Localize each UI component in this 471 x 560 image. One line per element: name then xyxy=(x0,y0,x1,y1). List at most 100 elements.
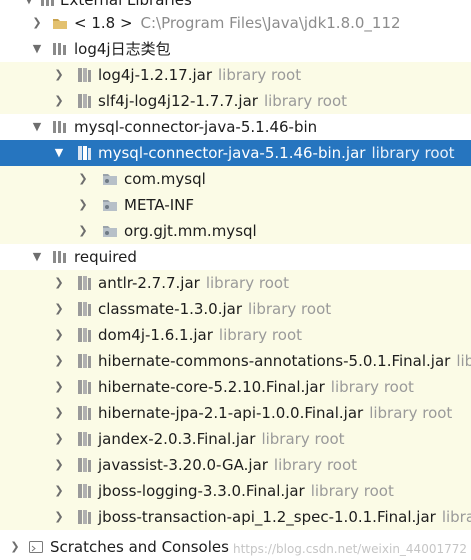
library-root-hint: library root xyxy=(205,274,289,292)
jar-name: hibernate-jpa-2.1-api-1.0.0.Final.jar xyxy=(98,404,364,422)
tree-row-jar[interactable]: ❯ antlr-2.7.7.jar library root xyxy=(0,270,471,296)
jar-icon xyxy=(76,327,92,343)
library-root-hint: library root xyxy=(330,378,414,396)
jar-icon xyxy=(76,67,92,83)
jar-name: antlr-2.7.7.jar xyxy=(98,274,200,292)
jar-icon xyxy=(76,457,92,473)
library-root-hint: library root xyxy=(218,326,303,344)
jar-icon xyxy=(76,93,92,109)
jdk-label: < 1.8 > xyxy=(74,14,133,32)
jar-icon xyxy=(76,509,92,525)
jar-name: mysql-connector-java-5.1.46-bin.jar xyxy=(98,144,366,162)
jar-name: javassist-3.20.0-GA.jar xyxy=(98,456,268,474)
chevron-right-icon[interactable]: ❯ xyxy=(8,540,22,554)
library-group-icon xyxy=(52,249,68,265)
chevron-down-icon[interactable]: ▼ xyxy=(52,146,66,160)
chevron-right-icon[interactable]: ❯ xyxy=(52,406,66,420)
tree-row-jar[interactable]: ❯ dom4j-1.6.1.jar library root xyxy=(0,322,471,348)
jdk-folder-icon xyxy=(52,15,68,31)
package-name: org.gjt.mm.mysql xyxy=(124,222,257,240)
jar-icon xyxy=(76,145,92,161)
jar-name: slf4j-log4j12-1.7.7.jar xyxy=(98,92,258,110)
chevron-down-icon[interactable]: ▼ xyxy=(30,120,44,134)
chevron-right-icon[interactable]: ❯ xyxy=(52,302,66,316)
jar-icon xyxy=(76,405,92,421)
library-root-hint: library root xyxy=(218,66,302,84)
package-name: com.mysql xyxy=(124,170,206,188)
package-folder-icon xyxy=(102,171,118,187)
jar-name: jandex-2.0.3.Final.jar xyxy=(98,430,256,448)
tree-row-jar[interactable]: ❯ javassist-3.20.0-GA.jar library root xyxy=(0,452,471,478)
chevron-down-icon[interactable]: ▼ xyxy=(30,42,44,56)
jar-icon xyxy=(76,275,92,291)
tree-row-required-library[interactable]: ▼ required xyxy=(0,244,471,270)
jar-name: log4j-1.2.17.jar xyxy=(98,66,212,84)
jar-icon xyxy=(76,483,92,499)
tree-row-jar[interactable]: ❯ classmate-1.3.0.jar library root xyxy=(0,296,471,322)
library-root-hint: library root xyxy=(371,144,455,162)
chevron-right-icon[interactable]: ❯ xyxy=(52,484,66,498)
jdk-path: C:\Program Files\Java\jdk1.8.0_112 xyxy=(140,14,401,32)
scratches-icon xyxy=(28,539,44,555)
tree-row-package[interactable]: ❯ META-INF xyxy=(0,192,471,218)
jar-name: hibernate-core-5.2.10.Final.jar xyxy=(98,378,325,396)
tree-label: Scratches and Consoles xyxy=(50,538,229,556)
jar-name: dom4j-1.6.1.jar xyxy=(98,326,213,344)
tree-label: mysql-connector-java-5.1.46-bin xyxy=(74,118,318,136)
jar-name: jboss-transaction-api_1.2_spec-1.0.1.Fin… xyxy=(98,508,436,526)
package-folder-icon xyxy=(102,223,118,239)
library-root-hint: library root xyxy=(248,300,332,318)
tree-row-jar[interactable]: ❯ jboss-transaction-api_1.2_spec-1.0.1.F… xyxy=(0,504,471,530)
chevron-right-icon[interactable]: ❯ xyxy=(52,458,66,472)
watermark-text: https://blog.csdn.net/weixin_44001772 xyxy=(232,542,467,556)
chevron-right-icon[interactable]: ❯ xyxy=(76,172,90,186)
tree-row-jar[interactable]: ❯ hibernate-core-5.2.10.Final.jar library… xyxy=(0,374,471,400)
tree-row-jar[interactable]: ❯ hibernate-commons-annotations-5.0.1.Fi… xyxy=(0,348,471,374)
project-tree: ▼ External Libraries ❯ < 1.8 > C:\Program… xyxy=(0,0,471,560)
tree-row-package[interactable]: ❯ org.gjt.mm.mysql xyxy=(0,218,471,244)
library-root-hint: lib xyxy=(456,352,471,370)
tree-row-jar[interactable]: ❯ jandex-2.0.3.Final.jar library root xyxy=(0,426,471,452)
jar-icon xyxy=(76,431,92,447)
tree-row-package[interactable]: ❯ com.mysql xyxy=(0,166,471,192)
package-name: META-INF xyxy=(124,196,195,214)
chevron-right-icon[interactable]: ❯ xyxy=(52,68,66,82)
tree-row-jar[interactable]: ❯ jboss-logging-3.3.0.Final.jar library r… xyxy=(0,478,471,504)
library-group-icon xyxy=(52,119,68,135)
jar-name: hibernate-commons-annotations-5.0.1.Fina… xyxy=(98,352,451,370)
library-root-hint: library root xyxy=(273,456,358,474)
tree-row-jdk[interactable]: ❯ < 1.8 > C:\Program Files\Java\jdk1.8.0_… xyxy=(0,10,471,36)
library-group-icon xyxy=(40,0,56,8)
jar-icon xyxy=(76,353,92,369)
tree-row-jar-selected[interactable]: ▼ mysql-connector-java-5.1.46-bin.jar lib… xyxy=(0,140,471,166)
tree-row-jar[interactable]: ❯ hibernate-jpa-2.1-api-1.0.0.Final.jar l… xyxy=(0,400,471,426)
chevron-right-icon[interactable]: ❯ xyxy=(52,510,66,524)
library-root-hint: library root xyxy=(369,404,453,422)
jar-name: jboss-logging-3.3.0.Final.jar xyxy=(98,482,305,500)
chevron-down-icon[interactable]: ▼ xyxy=(22,0,36,7)
tree-label: log4j日志类包 xyxy=(74,40,171,58)
chevron-right-icon[interactable]: ❯ xyxy=(52,94,66,108)
jar-name: classmate-1.3.0.jar xyxy=(98,300,243,318)
chevron-right-icon[interactable]: ❯ xyxy=(52,328,66,342)
chevron-right-icon[interactable]: ❯ xyxy=(52,354,66,368)
chevron-down-icon[interactable]: ▼ xyxy=(30,250,44,264)
tree-row-jar[interactable]: ❯ slf4j-log4j12-1.7.7.jar library root xyxy=(0,88,471,114)
chevron-right-icon[interactable]: ❯ xyxy=(52,380,66,394)
tree-row-log4j-library[interactable]: ▼ log4j日志类包 xyxy=(0,36,471,62)
jar-icon xyxy=(76,379,92,395)
library-root-hint: librar xyxy=(441,508,471,526)
library-root-hint: library root xyxy=(310,482,394,500)
chevron-right-icon[interactable]: ❯ xyxy=(76,224,90,238)
tree-label: required xyxy=(74,248,137,266)
library-root-hint: library root xyxy=(263,92,348,110)
chevron-right-icon[interactable]: ❯ xyxy=(76,198,90,212)
chevron-right-icon[interactable]: ❯ xyxy=(52,432,66,446)
tree-row-mysql-library[interactable]: ▼ mysql-connector-java-5.1.46-bin xyxy=(0,114,471,140)
library-root-hint: library root xyxy=(261,430,345,448)
chevron-right-icon[interactable]: ❯ xyxy=(30,16,44,30)
tree-row-jar[interactable]: ❯ log4j-1.2.17.jar library root xyxy=(0,62,471,88)
library-group-icon xyxy=(52,41,68,57)
tree-label: External Libraries xyxy=(60,0,192,9)
chevron-right-icon[interactable]: ❯ xyxy=(52,276,66,290)
